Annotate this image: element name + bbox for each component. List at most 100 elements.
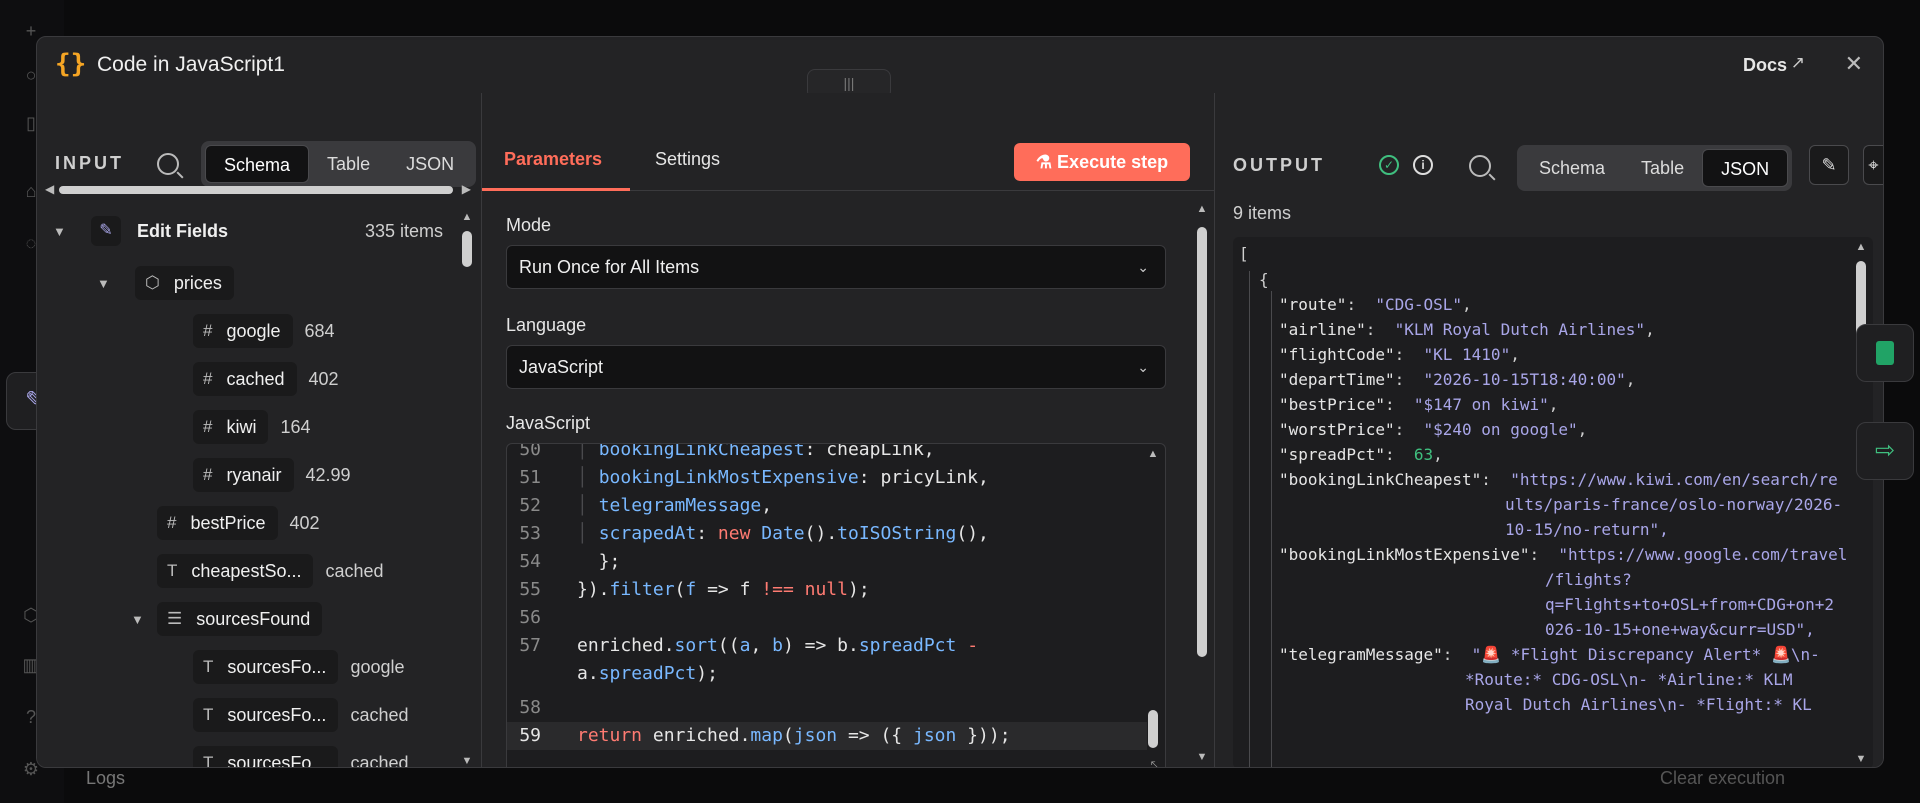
output-tab-json[interactable]: JSON [1702, 149, 1789, 187]
code-line: a.spreadPct); [507, 660, 1147, 688]
code-text: return enriched.map(json => ({ json })); [577, 725, 1011, 746]
editor-scrollbar[interactable]: ▲ [1145, 448, 1161, 748]
json-line: "bookingLinkCheapest": "https://www.kiwi… [1279, 470, 1838, 489]
scroll-up-icon[interactable]: ▲ [459, 211, 475, 223]
chevron-down-icon[interactable]: ▼ [131, 612, 151, 627]
horizontal-scrollbar[interactable]: ◀ ▶ [45, 182, 471, 196]
scroll-right-icon[interactable]: ▶ [462, 182, 471, 196]
tab-settings[interactable]: Settings [655, 149, 720, 170]
scroll-thumb[interactable] [1197, 227, 1207, 657]
signpost-icon: ⇨ [1874, 437, 1896, 464]
scroll-thumb[interactable] [59, 186, 453, 194]
search-icon[interactable] [157, 153, 179, 175]
field-tag[interactable]: ☰ sourcesFound [157, 602, 323, 636]
chevron-down-icon: ⌄ [1137, 359, 1149, 375]
field-name: google [226, 320, 281, 341]
field-tag[interactable]: # kiwi [193, 410, 269, 444]
search-icon[interactable] [1469, 155, 1491, 177]
scroll-left-icon[interactable]: ◀ [45, 182, 54, 196]
field-tag[interactable]: # ryanair [193, 458, 294, 492]
scroll-thumb[interactable] [1148, 710, 1158, 748]
scroll-up-icon[interactable]: ▲ [1145, 448, 1161, 460]
code-editor[interactable]: 50 │ bookingLinkCheapest: cheapLink, 51 │ … [506, 443, 1166, 767]
tree-row[interactable]: ▼ ☰ sourcesFound [131, 601, 323, 637]
field-tag[interactable]: TsourcesFo... [193, 746, 339, 768]
input-tab-json[interactable]: JSON [388, 145, 472, 183]
tree-row[interactable]: # cached 402 [193, 361, 339, 397]
scroll-down-icon[interactable]: ▼ [1194, 751, 1210, 763]
spreadsheet-node-button[interactable] [1856, 324, 1914, 382]
json-line: "route": "CDG-OSL", [1279, 295, 1472, 314]
field-tag[interactable]: TsourcesFo... [193, 650, 339, 684]
mode-value: Run Once for All Items [519, 257, 700, 277]
execute-step-button[interactable]: ⚗ Execute step [1014, 143, 1190, 181]
scroll-up-icon[interactable]: ▲ [1194, 203, 1210, 215]
language-select[interactable]: JavaScript ⌄ [506, 345, 1166, 389]
docs-link[interactable]: Docs [1743, 55, 1787, 76]
code-line: 58 [507, 694, 1147, 722]
info-icon[interactable]: i [1413, 155, 1433, 175]
code-line: 54 }; [507, 548, 1147, 576]
json-viewer[interactable]: [ { "route": "CDG-OSL", "airline": "KLM … [1233, 237, 1873, 767]
scroll-down-icon[interactable]: ▼ [459, 755, 475, 767]
edit-output-button[interactable]: ✎ [1809, 145, 1849, 185]
field-tag[interactable]: # bestPrice [157, 506, 278, 540]
json-line: 026-10-15+one+way&curr=USD", [1545, 620, 1815, 639]
field-tag[interactable]: # google [193, 314, 293, 348]
tree-row[interactable]: TcheapestSo... cached [157, 553, 384, 589]
input-tab-table[interactable]: Table [309, 145, 388, 183]
vertical-scrollbar[interactable]: ▲ ▼ [459, 211, 475, 767]
field-tag[interactable]: ⬡ prices [135, 266, 234, 300]
clear-execution-button[interactable]: Clear execution [1660, 768, 1785, 789]
input-tab-schema[interactable]: Schema [205, 145, 310, 183]
json-line: "telegramMessage": "🚨 *Flight Discrepanc… [1279, 645, 1820, 664]
tree-row[interactable]: ▼ ✎ Edit Fields 335 items [53, 213, 443, 249]
logs-label[interactable]: Logs [86, 768, 125, 789]
close-icon[interactable]: ✕ [1845, 51, 1863, 77]
tree-row[interactable]: # bestPrice 402 [157, 505, 320, 541]
line-number: 56 [519, 607, 541, 628]
line-number: 52 [519, 495, 541, 516]
field-value: cached [325, 560, 384, 581]
json-scrollbar[interactable]: ▲ ▼ [1853, 241, 1869, 765]
tree-row[interactable]: # ryanair 42.99 [193, 457, 351, 493]
tree-row[interactable]: ▼ ⬡ prices [97, 265, 234, 301]
tree-row[interactable]: # kiwi 164 [193, 409, 311, 445]
hash-icon: # [203, 321, 213, 340]
field-tag[interactable]: # cached [193, 362, 297, 396]
chevron-down-icon[interactable]: ▼ [53, 224, 73, 239]
chevron-down-icon[interactable]: ▼ [97, 276, 117, 291]
output-tab-table[interactable]: Table [1623, 149, 1702, 187]
scroll-up-icon[interactable]: ▲ [1853, 241, 1869, 253]
pencil-icon: ✎ [91, 216, 121, 246]
scroll-thumb[interactable] [462, 231, 472, 267]
code-text: │ scrapedAt: new Date().toISOString(), [577, 523, 989, 544]
json-line: /flights? [1545, 570, 1632, 589]
output-tab-schema[interactable]: Schema [1521, 149, 1623, 187]
json-line: "departTime": "2026-10-15T18:40:00", [1279, 370, 1636, 389]
line-number: 55 [519, 579, 541, 600]
field-tag[interactable]: TsourcesFo... [193, 698, 339, 732]
route-node-button[interactable]: ⇨ [1856, 422, 1914, 480]
tree-row[interactable]: TsourcesFo... cached [193, 697, 408, 733]
tab-parameters[interactable]: Parameters [504, 149, 602, 170]
mode-select[interactable]: Run Once for All Items ⌄ [506, 245, 1166, 289]
field-tag[interactable]: TcheapestSo... [157, 554, 314, 588]
tree-row[interactable]: TsourcesFo... cached [193, 745, 409, 768]
output-panel: OUTPUT ✓ i Schema Table JSON ✎ ⌖ 9 items… [1215, 93, 1883, 767]
external-link-icon[interactable]: ↗ [1791, 53, 1805, 73]
mode-label: Mode [506, 215, 552, 235]
text-icon: T [203, 753, 214, 768]
field-value: 684 [304, 320, 335, 341]
panel-scrollbar[interactable]: ▲ ▼ [1194, 203, 1210, 763]
code-line: 52 │ telegramMessage, [507, 492, 1147, 520]
tree-row[interactable]: # google 684 [193, 313, 335, 349]
field-value: cached [350, 752, 409, 768]
code-line: 57 enriched.sort((a, b) => b.spreadPct - [507, 632, 1147, 660]
code-text: a.spreadPct); [577, 663, 718, 684]
tree-row[interactable]: TsourcesFo... google [193, 649, 405, 685]
pin-button[interactable]: ⌖ [1863, 145, 1883, 185]
scroll-down-icon[interactable]: ▼ [1853, 753, 1869, 765]
code-label: JavaScript [506, 413, 591, 433]
resize-icon[interactable]: ⤡ [1151, 758, 1161, 767]
